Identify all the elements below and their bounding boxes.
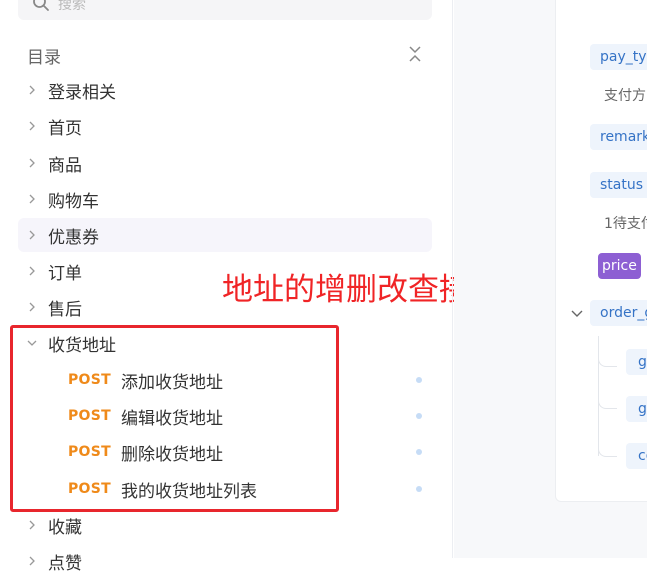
- chevron-right-icon: [18, 266, 46, 276]
- tree-branch: [598, 390, 617, 409]
- field-desc: 支付方: [604, 88, 646, 104]
- status-dot: [416, 413, 422, 419]
- method-badge: POST: [68, 372, 111, 388]
- divider: [452, 0, 453, 558]
- tree-item-label: 订单: [48, 263, 82, 284]
- tree-item-label: 登录相关: [48, 82, 116, 103]
- chevron-right-icon: [18, 158, 46, 168]
- tree-item-label: 点赞: [48, 553, 82, 574]
- api-item-label: 编辑收货地址: [121, 408, 223, 429]
- field-tag-pay-type[interactable]: pay_typ: [590, 44, 647, 70]
- chevron-right-icon: [18, 194, 46, 204]
- api-item-label: 添加收货地址: [121, 372, 223, 393]
- tree-item-label: 首页: [48, 118, 82, 139]
- field-tag-sub[interactable]: g: [626, 349, 647, 375]
- tree-item-label: 收藏: [48, 517, 82, 538]
- api-item-label: 我的收货地址列表: [121, 481, 257, 502]
- field-tag-sub[interactable]: g: [626, 396, 647, 422]
- status-dot: [416, 377, 422, 383]
- tree-item-coupon[interactable]: 优惠券: [18, 218, 432, 252]
- tree-item-label: 收货地址: [48, 335, 116, 356]
- tree-item-address[interactable]: 收货地址: [18, 326, 432, 360]
- toc-title: 目录: [27, 48, 61, 68]
- field-tag-remark[interactable]: remark: [590, 124, 647, 150]
- field-tag-sub[interactable]: co: [626, 443, 647, 469]
- method-badge: POST: [68, 481, 111, 497]
- api-item-label: 删除收货地址: [121, 444, 223, 465]
- chevron-right-icon: [18, 85, 46, 95]
- tree-item-cart[interactable]: 购物车: [18, 182, 432, 216]
- search-icon: [33, 0, 49, 11]
- sidebar: 搜索 目录 登录相关 首页 商品 购物车 优惠券 订单 售后 收货地址 POST: [0, 0, 501, 574]
- field-tag-order-goods[interactable]: order_g: [590, 300, 647, 326]
- tree-item-goods[interactable]: 商品: [18, 146, 432, 180]
- chevron-right-icon: [18, 230, 46, 240]
- chevron-down-icon[interactable]: [571, 309, 583, 319]
- api-item-delete-address[interactable]: POST 删除收货地址: [18, 435, 432, 469]
- tree-item-favorites[interactable]: 收藏: [18, 508, 432, 542]
- api-item-add-address[interactable]: POST 添加收货地址: [18, 363, 432, 397]
- api-item-address-list[interactable]: POST 我的收货地址列表: [18, 472, 432, 506]
- tree-item-label: 购物车: [48, 191, 99, 212]
- tree-branch: [598, 438, 617, 457]
- chevron-right-icon: [18, 302, 46, 312]
- tree-item-login[interactable]: 登录相关: [18, 73, 432, 107]
- tree-item-label: 售后: [48, 299, 82, 320]
- tree-item-label: 商品: [48, 155, 82, 176]
- tree-item-label: 优惠券: [48, 227, 99, 248]
- chevron-right-icon: [18, 520, 46, 530]
- search-placeholder: 搜索: [58, 0, 86, 13]
- chevron-down-icon: [18, 339, 46, 347]
- chevron-right-icon: [18, 121, 46, 131]
- status-dot: [416, 449, 422, 455]
- search-input[interactable]: 搜索: [18, 0, 432, 20]
- tree-branch: [598, 348, 617, 367]
- field-desc: 1待支付: [604, 216, 647, 232]
- collapse-all-icon[interactable]: [407, 44, 423, 64]
- method-badge: POST: [68, 408, 111, 424]
- schema-card: [555, 0, 647, 502]
- method-badge: POST: [68, 444, 111, 460]
- tree-item-home[interactable]: 首页: [18, 109, 432, 143]
- api-item-edit-address[interactable]: POST 编辑收货地址: [18, 399, 432, 433]
- field-tag-status[interactable]: status: [590, 172, 647, 198]
- status-dot: [416, 486, 422, 492]
- field-tag-price[interactable]: price: [598, 253, 641, 279]
- tree-item-likes[interactable]: 点赞: [18, 544, 432, 578]
